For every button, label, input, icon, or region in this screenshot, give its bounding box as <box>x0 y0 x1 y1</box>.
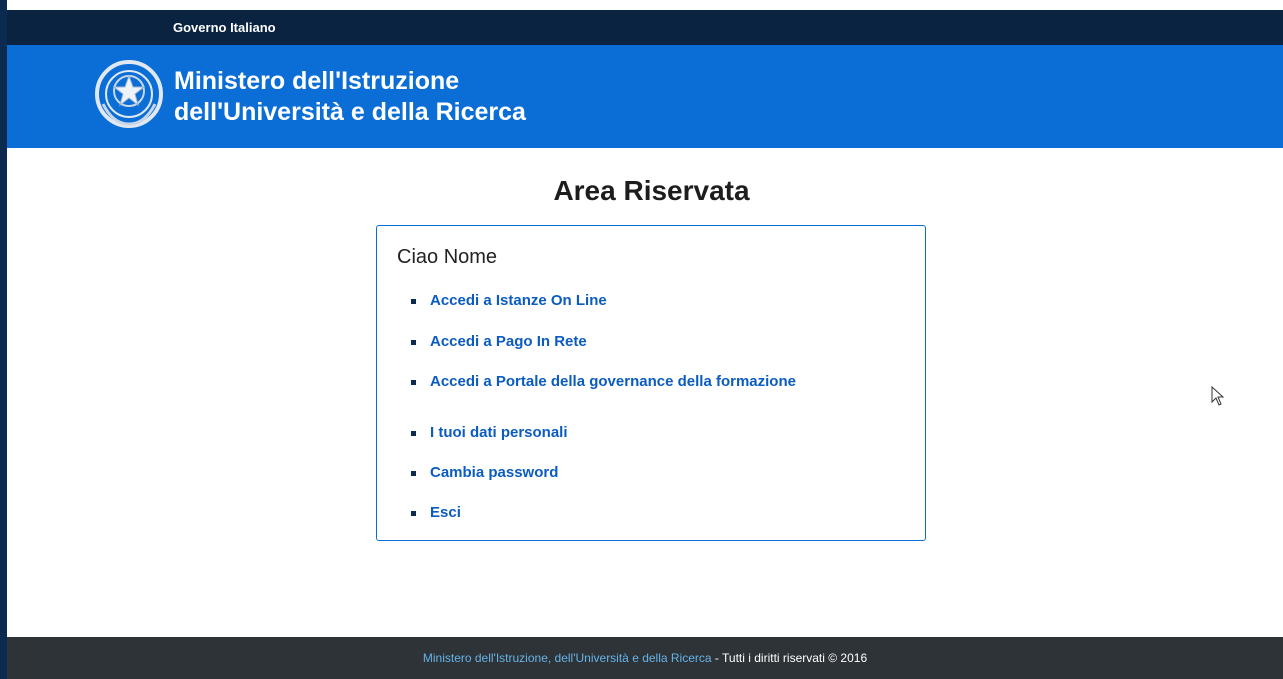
ministry-title[interactable]: Ministero dell'Istruzione dell'Universit… <box>174 66 526 128</box>
logout-link[interactable]: Esci <box>430 503 461 523</box>
change-password-link[interactable]: Cambia password <box>430 463 558 483</box>
government-bar: Governo Italiano <box>7 10 1283 45</box>
greeting: Ciao Nome <box>397 246 498 268</box>
bullet-icon <box>411 299 416 304</box>
personal-data-link[interactable]: I tuoi dati personali <box>430 423 568 443</box>
bullet-icon <box>411 380 416 385</box>
government-label[interactable]: Governo Italiano <box>173 20 276 35</box>
page-title: Area Riservata <box>553 175 750 206</box>
bullet-icon <box>411 340 416 345</box>
mouse-cursor-icon <box>1211 386 1225 406</box>
footer-ministry-link[interactable]: Ministero dell'Istruzione, dell'Universi… <box>423 651 712 665</box>
ministry-title-line1: Ministero dell'Istruzione <box>174 67 460 95</box>
portale-governance-link[interactable]: Accedi a Portale della governance della … <box>430 372 796 392</box>
ministry-title-line2: dell'Università e della Ricerca <box>174 98 526 126</box>
bullet-icon <box>411 511 416 516</box>
footer-rights: - Tutti i diritti riservati © 2016 <box>711 651 868 665</box>
bullet-icon <box>411 431 416 436</box>
site-footer: Ministero dell'Istruzione, dell'Universi… <box>7 637 1283 679</box>
istanze-online-link[interactable]: Accedi a Istanze On Line <box>430 291 607 311</box>
reserved-area-panel: Ciao Nome Accedi a Istanze On Line Acced… <box>376 225 926 541</box>
site-header: Ministero dell'Istruzione dell'Universit… <box>7 45 1283 148</box>
pago-in-rete-link[interactable]: Accedi a Pago In Rete <box>430 332 587 352</box>
bullet-icon <box>411 471 416 476</box>
italian-republic-emblem-icon[interactable] <box>93 58 165 130</box>
